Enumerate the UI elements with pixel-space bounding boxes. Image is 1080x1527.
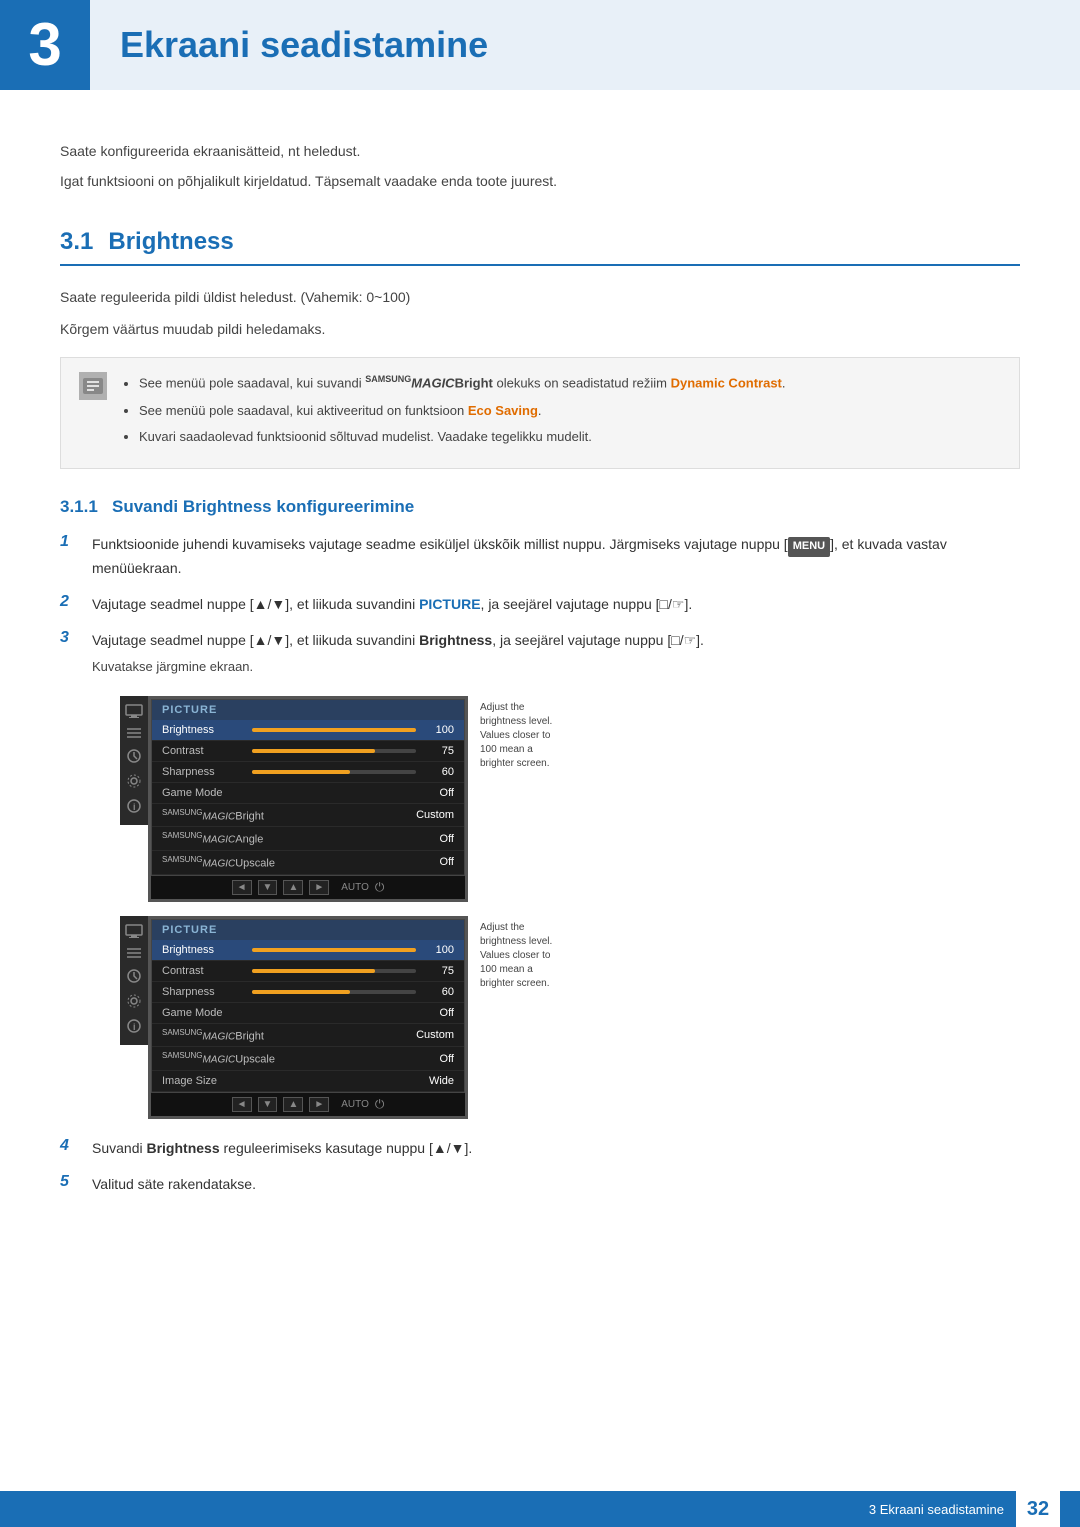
chapter-number-block: 3 (0, 0, 90, 90)
steps-list: 1 Funktsioonide juhendi kuvamiseks vajut… (60, 533, 1020, 678)
screen-2-title: PICTURE (152, 920, 464, 940)
subsection-311-name: Suvandi Brightness konfigureerimine (112, 497, 414, 516)
monitor-icon-display (125, 704, 143, 721)
monitor-icon-settings (126, 773, 142, 792)
screen-1-btn-down: ▼ (258, 880, 278, 895)
note-item-2: See menüü pole saadaval, kui aktiveeritu… (139, 401, 786, 422)
screen-1-row-bright: SAMSUNGMAGICBright Custom (152, 804, 464, 828)
screen-2-btn-right: ► (309, 1097, 329, 1112)
svg-text:i: i (133, 1022, 136, 1032)
screen-1-auto: AUTO (341, 882, 369, 893)
section-31-desc2: Kõrgem väärtus muudab pildi heledamaks. (60, 318, 1020, 342)
screen-2-row-gamemode: Game Mode Off (152, 1003, 464, 1024)
step-2-number: 2 (60, 593, 80, 611)
screen-1-row-upscale: SAMSUNGMAGICUpscale Off (152, 851, 464, 875)
monitor-2-icons: i (120, 916, 148, 1045)
screen-2-row-brightness: Brightness 100 (152, 940, 464, 961)
screen-1-row-sharpness: Sharpness 60 (152, 762, 464, 783)
step-4: 4 Suvandi Brightness reguleerimiseks kas… (60, 1137, 1020, 1159)
screen-2-btn-left: ◄ (232, 1097, 252, 1112)
screen-2-row-upscale: SAMSUNGMAGICUpscale Off (152, 1047, 464, 1071)
screen-2-row-bright: SAMSUNGMAGICBright Custom (152, 1024, 464, 1048)
svg-text:i: i (133, 802, 136, 812)
chapter-header: 3 Ekraani seadistamine (0, 0, 1080, 90)
step-4-text: Suvandi Brightness reguleerimiseks kasut… (92, 1137, 1020, 1159)
screen-1-row-contrast: Contrast 75 (152, 741, 464, 762)
screen-1-row-angle: SAMSUNGMAGICAngle Off (152, 827, 464, 851)
step-3-text: Vajutage seadmel nuppe [▲/▼], et liikuda… (92, 632, 704, 648)
monitor-2-icon-settings (126, 993, 142, 1012)
step-3-number: 3 (60, 629, 80, 647)
step-1: 1 Funktsioonide juhendi kuvamiseks vajut… (60, 533, 1020, 579)
screens-container: i PICTURE Brightness 100 Contrast 75 (120, 696, 1020, 1119)
step-3-content: Vajutage seadmel nuppe [▲/▼], et liikuda… (92, 629, 704, 677)
screen-2-menu: PICTURE Brightness 100 Contrast 75 Sharp… (151, 919, 465, 1093)
chapter-title: Ekraani seadistamine (120, 24, 488, 66)
page-footer: 3 Ekraani seadistamine 32 (0, 1491, 1080, 1527)
screen-1-title: PICTURE (152, 700, 464, 720)
screen-1-row-brightness: Brightness 100 (152, 720, 464, 741)
screen-2-row-contrast: Contrast 75 (152, 961, 464, 982)
step-3-subtext: Kuvatakse järgmine ekraan. (92, 657, 704, 678)
step-5: 5 Valitud säte rakendatakse. (60, 1173, 1020, 1195)
monitor-2-wrapper: i PICTURE Brightness 100 Contrast 75 (120, 916, 562, 1119)
monitor-2-icon-display (125, 924, 143, 941)
monitor-icon-info: i (126, 798, 142, 817)
content-area: Saate konfigureerida ekraanisätteid, nt … (0, 120, 1080, 1270)
screen-1-menu: PICTURE Brightness 100 Contrast 75 Sharp… (151, 699, 465, 876)
footer-chapter-text: 3 Ekraani seadistamine (869, 1502, 1004, 1517)
monitor-2-screen: PICTURE Brightness 100 Contrast 75 Sharp… (148, 916, 468, 1119)
step-5-text: Valitud säte rakendatakse. (92, 1173, 1020, 1195)
section-31-title: Brightness (108, 228, 233, 256)
screen-2-auto: AUTO (341, 1099, 369, 1110)
monitor-2-icon-input (126, 968, 142, 987)
subsection-311-title: 3.1.1 Suvandi Brightness konfigureerimin… (60, 497, 1020, 517)
note-item-1: See menüü pole saadaval, kui suvandi SAM… (139, 372, 786, 394)
screen-2-bottom-bar: ◄ ▼ ▲ ► AUTO ⏻ (151, 1093, 465, 1116)
footer-page-number: 32 (1016, 1491, 1060, 1527)
chapter-desc1: Saate konfigureerida ekraanisätteid, nt … (60, 140, 1020, 162)
subsection-311-number: 3.1.1 (60, 497, 98, 516)
step-1-number: 1 (60, 533, 80, 551)
screen-1-bottom-bar: ◄ ▼ ▲ ► AUTO ⏻ (151, 876, 465, 899)
screen-2-row-imagesize: Image Size Wide (152, 1071, 464, 1092)
chapter-title-block: Ekraani seadistamine (90, 0, 1080, 90)
screen-1-btn-right: ► (309, 880, 329, 895)
chapter-number: 3 (28, 15, 61, 75)
note-content: See menüü pole saadaval, kui suvandi SAM… (121, 372, 786, 454)
screen-2-note: Adjust the brightness level. Values clos… (472, 916, 562, 996)
monitor-icon-input (126, 748, 142, 767)
monitor-1-screen: PICTURE Brightness 100 Contrast 75 Sharp… (148, 696, 468, 902)
chapter-desc2: Igat funktsiooni on põhjalikult kirjelda… (60, 170, 1020, 192)
monitor-2-icon-info: i (126, 1018, 142, 1037)
screen-2-btn-up: ▲ (283, 1097, 303, 1112)
monitor-1-wrapper: i PICTURE Brightness 100 Contrast 75 (120, 696, 562, 902)
note-icon (79, 372, 107, 400)
screen-1-btn-up: ▲ (283, 880, 303, 895)
screen-1-row-gamemode: Game Mode Off (152, 783, 464, 804)
section-31-desc1: Saate reguleerida pildi üldist heledust.… (60, 286, 1020, 310)
monitor-2-icon-menu (126, 947, 142, 962)
screen-2-row-sharpness: Sharpness 60 (152, 982, 464, 1003)
note-box: See menüü pole saadaval, kui suvandi SAM… (60, 357, 1020, 469)
screen-2-power: ⏻ (375, 1097, 385, 1112)
steps-list-2: 4 Suvandi Brightness reguleerimiseks kas… (60, 1137, 1020, 1196)
step-5-number: 5 (60, 1173, 80, 1191)
note-item-3: Kuvari saadaolevad funktsioonid sõltuvad… (139, 427, 786, 448)
screen-1-power: ⏻ (375, 880, 385, 895)
screen-1-btn-left: ◄ (232, 880, 252, 895)
monitor-1-icons: i (120, 696, 148, 825)
section-31-header: 3.1 Brightness (60, 228, 1020, 266)
step-2: 2 Vajutage seadmel nuppe [▲/▼], et liiku… (60, 593, 1020, 615)
screen-2-btn-down: ▼ (258, 1097, 278, 1112)
step-3: 3 Vajutage seadmel nuppe [▲/▼], et liiku… (60, 629, 1020, 677)
monitor-icon-menu (126, 727, 142, 742)
step-4-number: 4 (60, 1137, 80, 1155)
step-2-text: Vajutage seadmel nuppe [▲/▼], et liikuda… (92, 593, 1020, 615)
step-1-text: Funktsioonide juhendi kuvamiseks vajutag… (92, 533, 1020, 579)
section-31-number: 3.1 (60, 228, 93, 256)
screen-1-note: Adjust the brightness level. Values clos… (472, 696, 562, 776)
